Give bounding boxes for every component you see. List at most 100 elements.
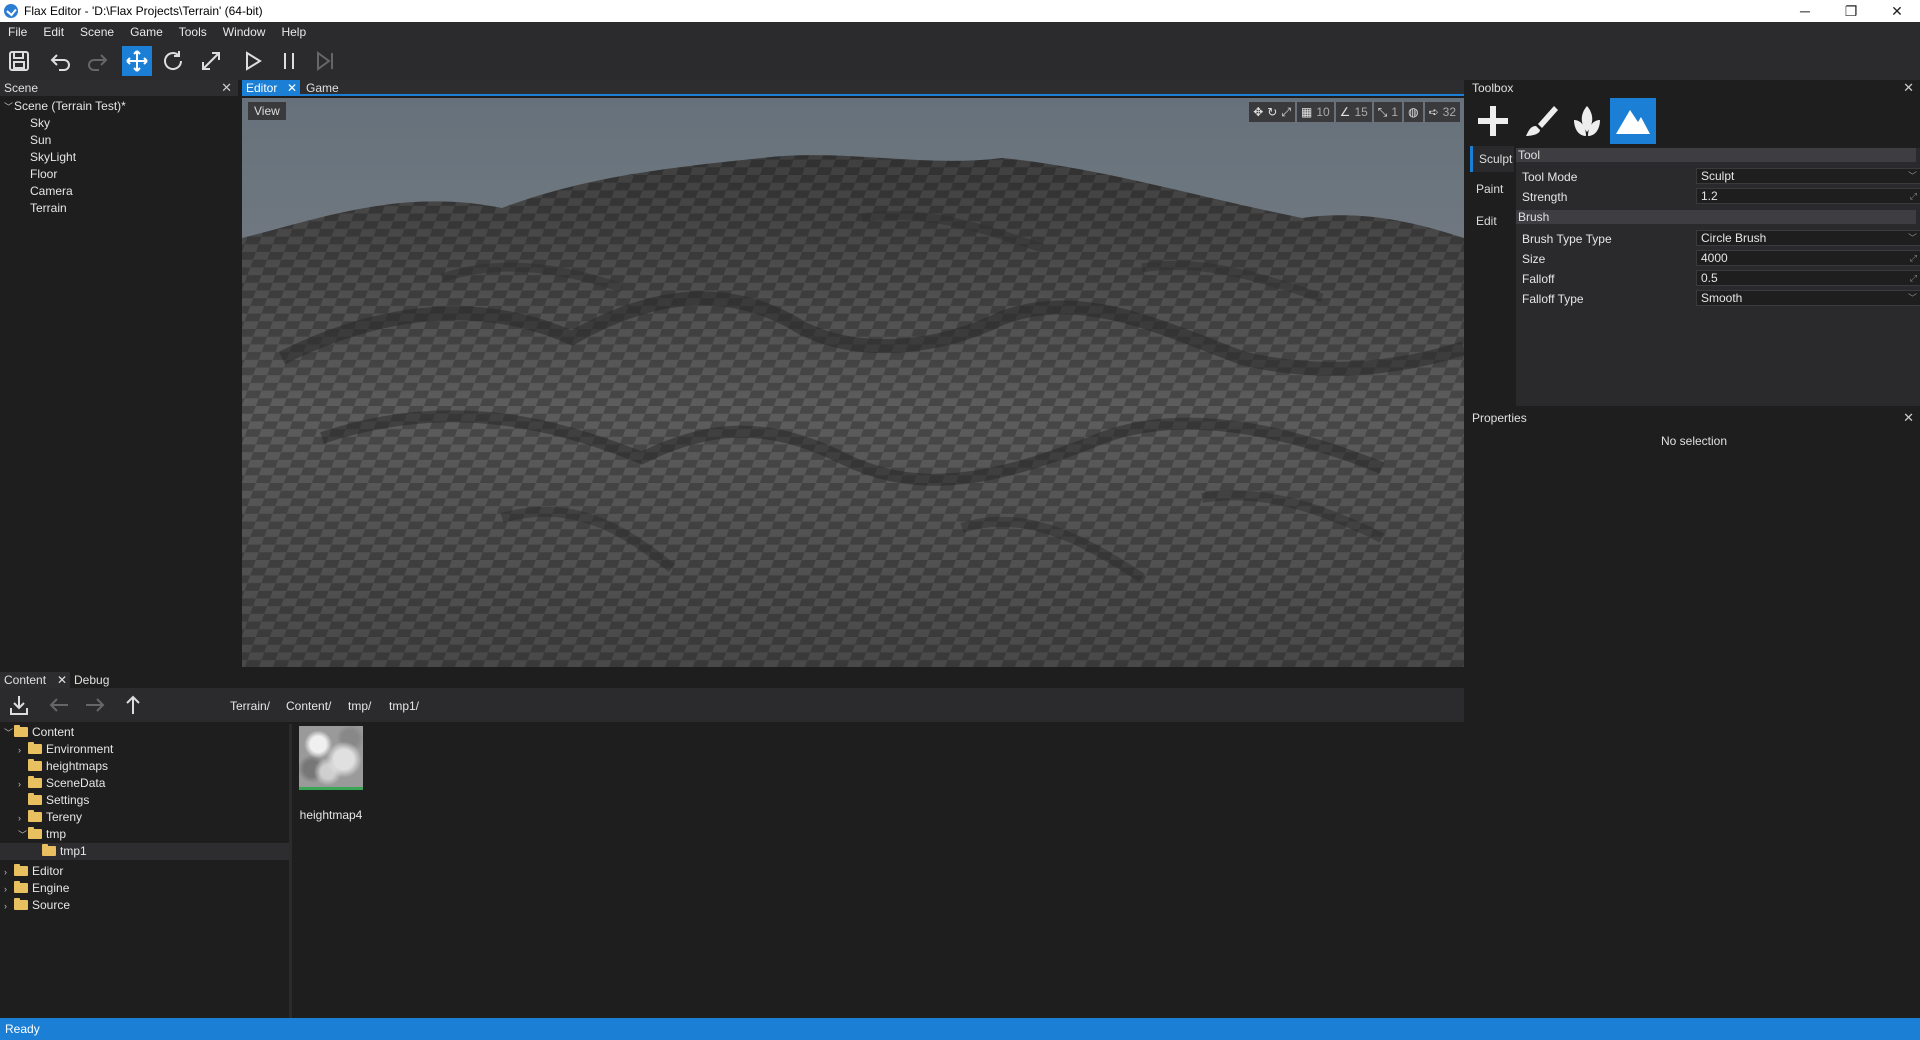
menu-edit[interactable]: Edit: [35, 25, 72, 39]
scene-item-camera[interactable]: Camera: [0, 183, 238, 200]
up-button[interactable]: [122, 694, 144, 716]
translate-tool-button[interactable]: [122, 46, 152, 76]
scale-icon: [202, 52, 220, 70]
pause-button[interactable]: [274, 46, 304, 76]
brush-type-dropdown[interactable]: Circle Brush ﹀: [1696, 230, 1920, 246]
tree-item-heightmaps[interactable]: heightmaps: [0, 758, 289, 775]
close-icon[interactable]: ✕: [57, 672, 67, 688]
scene-item-sky[interactable]: Sky: [0, 115, 238, 132]
drag-handle-icon[interactable]: ⤢: [1910, 271, 1917, 285]
scene-item-terrain[interactable]: Terrain: [0, 200, 238, 217]
chevron-right-icon[interactable]: ›: [4, 864, 14, 881]
redo-button[interactable]: [82, 46, 112, 76]
scale-icon[interactable]: ⤢: [1281, 105, 1291, 120]
folder-icon: [14, 725, 28, 737]
size-field[interactable]: 4000 ⤢: [1696, 250, 1920, 266]
maximize-button[interactable]: ❐: [1828, 0, 1874, 22]
brush-group-header[interactable]: Brush: [1516, 210, 1916, 224]
tree-item-settings[interactable]: Settings: [0, 792, 289, 809]
rotation-snap-group[interactable]: ∠ 15: [1335, 102, 1372, 122]
chevron-down-icon[interactable]: ﹀: [18, 827, 28, 844]
menu-file[interactable]: File: [0, 25, 35, 39]
tab-sculpt[interactable]: Sculpt: [1470, 146, 1514, 172]
breadcrumb-tmp1[interactable]: tmp1/: [389, 699, 419, 713]
menu-help[interactable]: Help: [273, 25, 314, 39]
paint-mode-button[interactable]: [1518, 98, 1564, 144]
menu-game[interactable]: Game: [122, 25, 171, 39]
breadcrumb-content[interactable]: Content/: [286, 699, 331, 713]
chevron-down-icon[interactable]: ﹀: [4, 99, 14, 116]
chevron-right-icon[interactable]: ›: [18, 810, 28, 827]
camera-speed-group[interactable]: ➪ 32: [1424, 102, 1460, 122]
tree-item-tmp1[interactable]: tmp1: [0, 843, 289, 860]
tab-content[interactable]: Content ✕: [0, 672, 70, 688]
menu-window[interactable]: Window: [215, 25, 274, 39]
tool-mode-dropdown[interactable]: Sculpt ﹀: [1696, 168, 1920, 184]
chevron-right-icon[interactable]: ›: [18, 776, 28, 793]
minimize-button[interactable]: ─: [1782, 0, 1828, 22]
rotate-tool-button[interactable]: [158, 46, 188, 76]
tree-item-content[interactable]: ﹀ Content: [0, 724, 289, 741]
globe-icon[interactable]: ◍: [1408, 105, 1418, 119]
scene-item-skylight[interactable]: SkyLight: [0, 149, 238, 166]
scale-tool-button[interactable]: [196, 46, 226, 76]
drag-handle-icon[interactable]: ⤢: [1910, 189, 1917, 203]
tab-paint[interactable]: Paint: [1470, 176, 1514, 202]
undo-button[interactable]: [46, 46, 76, 76]
back-button[interactable]: [48, 694, 70, 716]
falloff-field[interactable]: 0.5 ⤢: [1696, 270, 1920, 286]
tree-item-editor[interactable]: › Editor: [0, 863, 289, 880]
tab-debug[interactable]: Debug: [70, 672, 113, 688]
menu-tools[interactable]: Tools: [171, 25, 215, 39]
tree-item-tmp[interactable]: ﹀ tmp: [0, 826, 289, 843]
breadcrumb-terrain[interactable]: Terrain/: [230, 699, 270, 713]
close-window-button[interactable]: ✕: [1874, 0, 1920, 22]
grid-snap-group[interactable]: ▦ 10: [1296, 102, 1334, 122]
play-button[interactable]: [238, 46, 268, 76]
forward-button[interactable]: [84, 694, 106, 716]
editor-viewport[interactable]: View ✥ ↻ ⤢ ▦ 10 ∠ 15 ⤡ 1 ◍ ➪ 32: [242, 98, 1464, 667]
tree-item-environment[interactable]: › Environment: [0, 741, 289, 758]
tab-game[interactable]: Game: [302, 80, 343, 96]
foliage-mode-button[interactable]: [1564, 98, 1610, 144]
scale-snap-group[interactable]: ⤡ 1: [1373, 102, 1403, 122]
chevron-right-icon[interactable]: ›: [18, 742, 28, 759]
terrain-mode-button[interactable]: [1610, 98, 1656, 144]
chevron-down-icon[interactable]: ﹀: [4, 725, 14, 742]
close-icon[interactable]: ✕: [1903, 410, 1914, 426]
tab-editor[interactable]: Editor ✕: [242, 80, 300, 96]
rotate-icon[interactable]: ↻: [1267, 105, 1277, 119]
falloff-type-value: Smooth: [1701, 291, 1743, 305]
tree-item-tereny[interactable]: › Tereny: [0, 809, 289, 826]
falloff-type-dropdown[interactable]: Smooth ﹀: [1696, 290, 1920, 306]
foliage-icon: [1574, 106, 1600, 136]
view-menu-button[interactable]: View: [248, 102, 286, 120]
chevron-right-icon[interactable]: ›: [4, 881, 14, 898]
tree-item-scenedata[interactable]: › SceneData: [0, 775, 289, 792]
scene-item-sun[interactable]: Sun: [0, 132, 238, 149]
close-icon[interactable]: ✕: [287, 80, 297, 96]
add-mode-button[interactable]: [1470, 98, 1516, 144]
gizmo-mode-group[interactable]: ✥ ↻ ⤢: [1249, 102, 1295, 122]
import-button[interactable]: [8, 694, 30, 716]
tree-item-source[interactable]: › Source: [0, 897, 289, 914]
transform-space-group[interactable]: ◍: [1404, 102, 1423, 122]
tree-item-engine[interactable]: › Engine: [0, 880, 289, 897]
scene-item-floor[interactable]: Floor: [0, 166, 238, 183]
chevron-right-icon[interactable]: ›: [4, 898, 14, 915]
step-button[interactable]: [310, 46, 340, 76]
menu-scene[interactable]: Scene: [72, 25, 122, 39]
save-button[interactable]: [4, 46, 34, 76]
tool-group-header[interactable]: Tool: [1516, 148, 1916, 162]
translate-icon[interactable]: ✥: [1253, 105, 1263, 119]
drag-handle-icon[interactable]: ⤢: [1910, 251, 1917, 265]
terrain-render: [242, 98, 1464, 667]
falloff-value: 0.5: [1701, 271, 1718, 285]
close-icon[interactable]: ✕: [1903, 80, 1914, 96]
breadcrumb-tmp[interactable]: tmp/: [348, 699, 371, 713]
close-icon[interactable]: ✕: [221, 80, 232, 96]
asset-item[interactable]: heightmap4: [299, 726, 363, 822]
strength-field[interactable]: 1.2 ⤢: [1696, 188, 1920, 204]
tab-edit[interactable]: Edit: [1470, 208, 1514, 234]
scene-root-item[interactable]: ﹀Scene (Terrain Test)*: [0, 98, 238, 115]
